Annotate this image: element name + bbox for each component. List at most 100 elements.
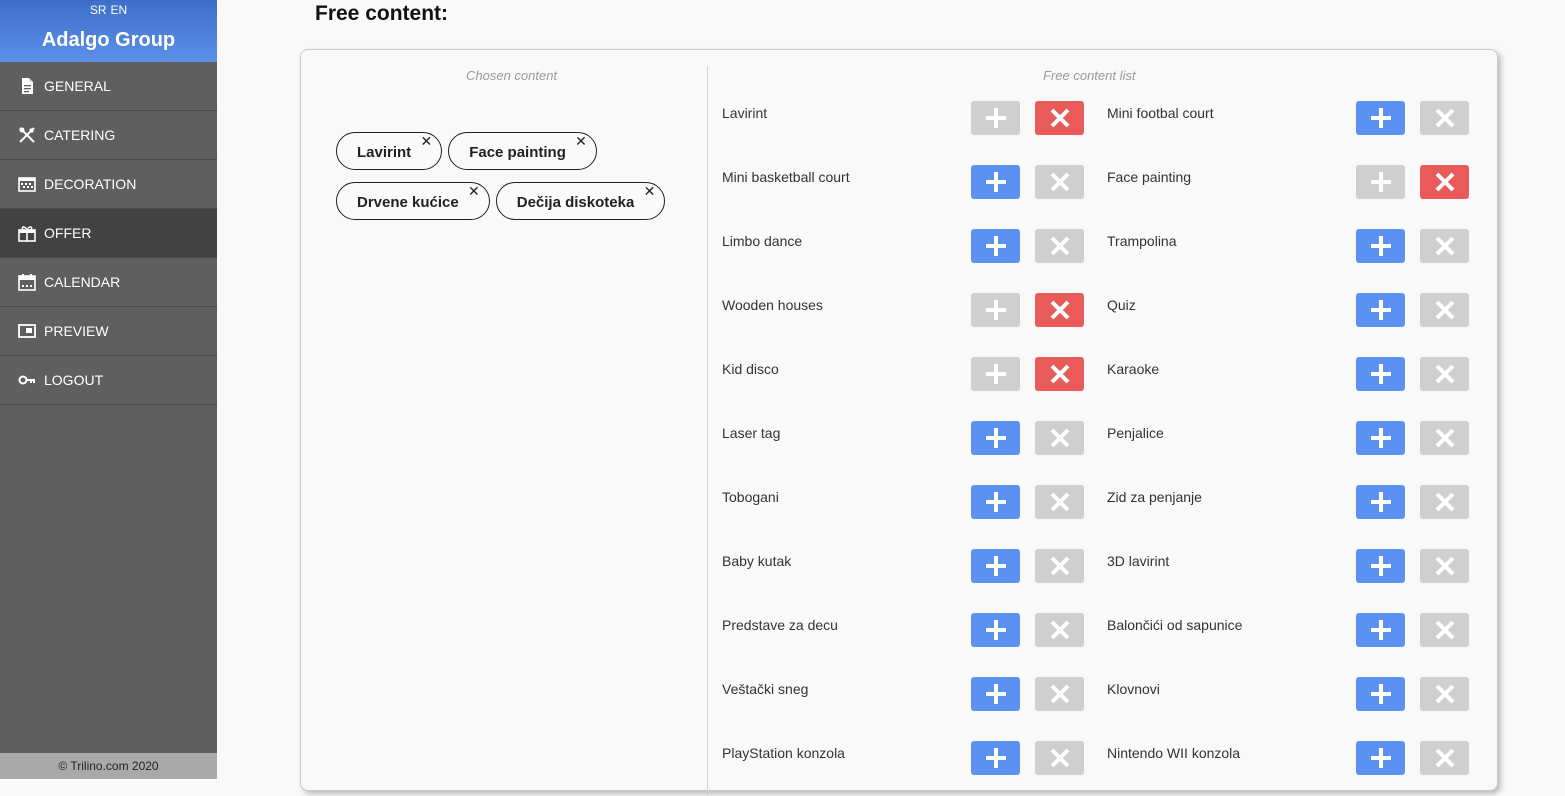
add-button[interactable] <box>971 421 1020 455</box>
remove-button[interactable] <box>1035 549 1084 583</box>
remove-button[interactable] <box>1035 293 1084 327</box>
add-button[interactable] <box>971 549 1020 583</box>
list-item-label: Lavirint <box>722 105 768 121</box>
remove-button[interactable] <box>1420 101 1469 135</box>
lang-en[interactable]: EN <box>111 3 128 17</box>
remove-button[interactable] <box>1420 677 1469 711</box>
preview-window-icon <box>18 322 36 340</box>
close-icon <box>1050 748 1069 768</box>
add-button[interactable] <box>1356 165 1405 199</box>
list-item-label: Mini basketball court <box>722 169 850 185</box>
chip-remove-icon[interactable]: ✕ <box>420 121 432 161</box>
add-button[interactable] <box>971 101 1020 135</box>
column-divider <box>707 66 708 796</box>
remove-button[interactable] <box>1420 293 1469 327</box>
plus-icon <box>985 748 1006 768</box>
sidebar-item-calendar[interactable]: CALENDAR <box>0 258 217 307</box>
close-icon <box>1050 492 1069 512</box>
sidebar-item-label: GENERAL <box>44 78 111 94</box>
remove-button[interactable] <box>1420 165 1469 199</box>
remove-button[interactable] <box>1035 613 1084 647</box>
plus-icon <box>1370 172 1391 192</box>
remove-button[interactable] <box>1035 485 1084 519</box>
list-item-label: Klovnovi <box>1107 681 1160 697</box>
list-item: Veštački sneg <box>722 677 1099 711</box>
list-item: Quiz <box>1107 293 1484 327</box>
remove-button[interactable] <box>1420 421 1469 455</box>
remove-button[interactable] <box>1035 677 1084 711</box>
add-button[interactable] <box>1356 421 1405 455</box>
list-item: Nintendo WII konzola <box>1107 741 1484 775</box>
remove-button[interactable] <box>1420 485 1469 519</box>
list-item-label: Karaoke <box>1107 361 1160 377</box>
plus-icon <box>985 108 1006 128</box>
remove-button[interactable] <box>1420 357 1469 391</box>
remove-button[interactable] <box>1035 101 1084 135</box>
remove-button[interactable] <box>1035 229 1084 263</box>
lang-sr[interactable]: SR <box>90 3 107 17</box>
list-item: PlayStation konzola <box>722 741 1099 775</box>
sidebar-nav: GENERAL CATERING DECORATION OFFER CALENDAR PR… <box>0 62 217 405</box>
close-icon <box>1050 428 1069 448</box>
close-icon <box>1050 684 1069 704</box>
add-button[interactable] <box>971 613 1020 647</box>
chip-remove-icon[interactable]: ✕ <box>575 121 587 161</box>
chosen-chip: Face painting ✕ <box>448 132 597 170</box>
add-button[interactable] <box>971 485 1020 519</box>
plus-icon <box>985 172 1006 192</box>
sidebar-item-offer[interactable]: OFFER <box>0 209 217 258</box>
add-button[interactable] <box>971 677 1020 711</box>
sidebar-item-general[interactable]: GENERAL <box>0 62 217 111</box>
sidebar-item-preview[interactable]: PREVIEW <box>0 307 217 356</box>
add-button[interactable] <box>971 741 1020 775</box>
close-icon <box>1435 172 1454 192</box>
add-button[interactable] <box>1356 357 1405 391</box>
chosen-chip: Drvene kućice ✕ <box>336 182 490 220</box>
remove-button[interactable] <box>1035 165 1084 199</box>
add-button[interactable] <box>1356 101 1405 135</box>
sidebar-item-catering[interactable]: CATERING <box>0 111 217 160</box>
list-item-label: Nintendo WII konzola <box>1107 745 1241 761</box>
list-item-label: Baby kutak <box>722 553 792 569</box>
remove-button[interactable] <box>1035 421 1084 455</box>
add-button[interactable] <box>1356 741 1405 775</box>
add-button[interactable] <box>1356 677 1405 711</box>
add-button[interactable] <box>971 165 1020 199</box>
sidebar-item-decoration[interactable]: DECORATION <box>0 160 217 209</box>
close-icon <box>1435 620 1454 640</box>
list-item: Baby kutak <box>722 549 1099 583</box>
plus-icon <box>985 364 1006 384</box>
remove-button[interactable] <box>1420 229 1469 263</box>
add-button[interactable] <box>1356 293 1405 327</box>
remove-button[interactable] <box>1420 741 1469 775</box>
sidebar-item-logout[interactable]: LOGOUT <box>0 356 217 405</box>
remove-button[interactable] <box>1035 357 1084 391</box>
add-button[interactable] <box>1356 229 1405 263</box>
add-button[interactable] <box>971 229 1020 263</box>
chip-remove-icon[interactable]: ✕ <box>468 171 480 211</box>
add-button[interactable] <box>1356 613 1405 647</box>
chip-remove-icon[interactable]: ✕ <box>644 171 656 211</box>
plus-icon <box>1370 620 1391 640</box>
remove-button[interactable] <box>1035 741 1084 775</box>
free-content-list-title: Free content list <box>1043 68 1136 83</box>
chosen-chip: Lavirint ✕ <box>336 132 443 170</box>
list-item: Limbo dance <box>722 229 1099 263</box>
add-button[interactable] <box>971 293 1020 327</box>
close-icon <box>1435 556 1454 576</box>
close-icon <box>1050 300 1069 320</box>
close-icon <box>1435 684 1454 704</box>
chosen-chip: Dečija diskoteka ✕ <box>495 182 666 220</box>
remove-button[interactable] <box>1420 613 1469 647</box>
page-title: Free content: <box>315 2 449 25</box>
key-icon <box>18 371 36 389</box>
add-button[interactable] <box>971 357 1020 391</box>
list-item-label: Balončići od sapunice <box>1107 617 1243 633</box>
chip-label: Dečija diskoteka <box>516 194 635 211</box>
add-button[interactable] <box>1356 485 1405 519</box>
list-item-label: Penjalice <box>1107 425 1164 441</box>
list-item: Face painting <box>1107 165 1484 199</box>
add-button[interactable] <box>1356 549 1405 583</box>
remove-button[interactable] <box>1420 549 1469 583</box>
plus-icon <box>1370 748 1391 768</box>
